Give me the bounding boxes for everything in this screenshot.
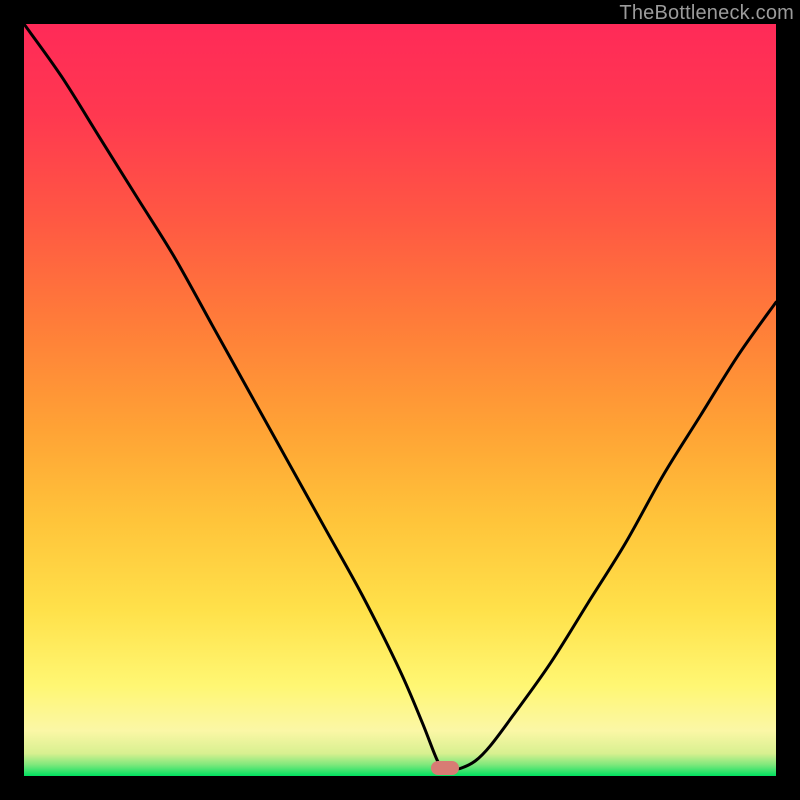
bottleneck-curve [24, 24, 776, 776]
plot-area [24, 24, 776, 776]
watermark-text: TheBottleneck.com [619, 2, 794, 25]
chart-frame: TheBottleneck.com [0, 0, 800, 800]
optimal-marker [431, 761, 459, 775]
